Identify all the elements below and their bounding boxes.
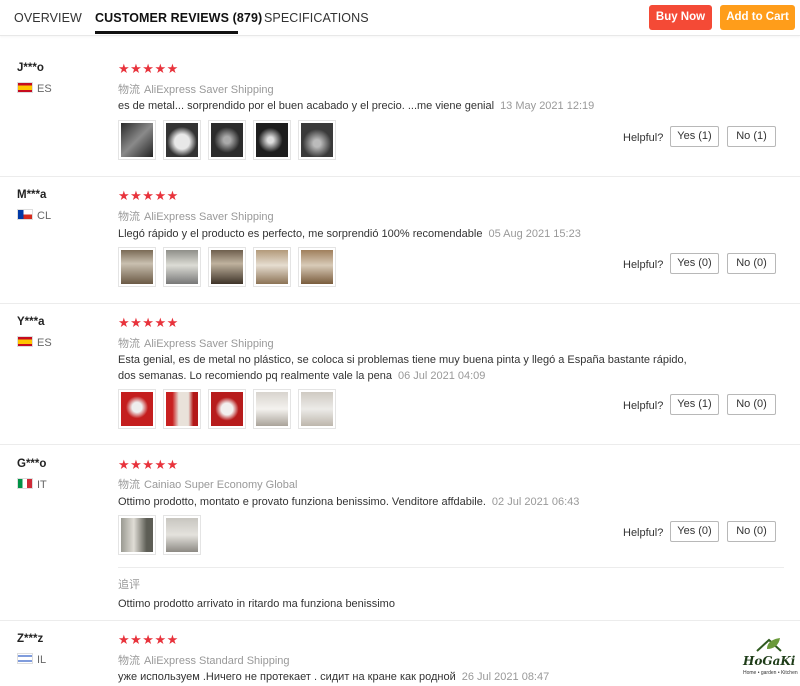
helpful-yes-button[interactable]: Yes (1) bbox=[670, 126, 719, 147]
review-photos bbox=[118, 247, 343, 287]
review-photo-thumbnail[interactable] bbox=[253, 247, 291, 287]
helpful-no-button[interactable]: No (0) bbox=[727, 394, 776, 415]
review-photo-thumbnail[interactable] bbox=[253, 389, 291, 429]
review-photo-thumbnail[interactable] bbox=[118, 247, 156, 287]
helpful-label: Helpful? bbox=[623, 132, 664, 144]
review-photo-thumbnail[interactable] bbox=[208, 120, 246, 160]
review-photo-thumbnail[interactable] bbox=[298, 120, 336, 160]
review-photo-thumbnail[interactable] bbox=[298, 389, 336, 429]
reviewer-country: ES bbox=[17, 336, 52, 349]
review-text: уже используем .Ничего не протекает . си… bbox=[118, 671, 550, 683]
reviewer-name: Z***z bbox=[17, 633, 44, 645]
reviewer-name: G***o bbox=[17, 458, 47, 470]
followup-text: Ottimo prodotto arrivato in ritardo ma f… bbox=[118, 598, 395, 610]
product-tab-bar: OVERVIEW CUSTOMER REVIEWS (879) SPECIFIC… bbox=[0, 0, 800, 36]
tab-overview[interactable]: OVERVIEW bbox=[14, 11, 82, 25]
review-divider bbox=[0, 176, 800, 177]
review-date: 06 Jul 2021 04:09 bbox=[397, 370, 486, 382]
followup-label: 追评 bbox=[118, 579, 140, 591]
review-divider bbox=[0, 444, 800, 445]
israel-flag-icon bbox=[17, 653, 33, 664]
reviewer-country: IL bbox=[17, 653, 46, 666]
add-to-cart-button[interactable]: Add to Cart bbox=[720, 5, 795, 30]
tab-customer-reviews[interactable]: CUSTOMER REVIEWS (879) bbox=[95, 11, 262, 25]
review-photos bbox=[118, 515, 208, 555]
shipping-method: 物流 AliExpress Saver Shipping bbox=[118, 84, 274, 96]
buy-now-button[interactable]: Buy Now bbox=[649, 5, 712, 30]
followup-divider bbox=[118, 567, 784, 568]
rating-stars: ★★★★★ bbox=[118, 188, 179, 203]
helpful-label: Helpful? bbox=[623, 527, 664, 539]
reviewer-country: ES bbox=[17, 82, 52, 95]
helpful-yes-button[interactable]: Yes (0) bbox=[670, 253, 719, 274]
review-photos bbox=[118, 120, 343, 160]
rating-stars: ★★★★★ bbox=[118, 61, 179, 76]
shipping-method: 物流 AliExpress Saver Shipping bbox=[118, 211, 274, 223]
reviewer-name: J***o bbox=[17, 62, 44, 74]
review-date: 02 Jul 2021 06:43 bbox=[491, 496, 580, 508]
helpful-yes-button[interactable]: Yes (1) bbox=[670, 394, 719, 415]
review-text: Llegó rápido y el producto es perfecto, … bbox=[118, 228, 581, 240]
review-photo-thumbnail[interactable] bbox=[163, 389, 201, 429]
shipping-method: 物流 AliExpress Standard Shipping bbox=[118, 655, 290, 667]
rating-stars: ★★★★★ bbox=[118, 632, 179, 647]
review-divider bbox=[0, 620, 800, 621]
shipping-method: 物流 Cainiao Super Economy Global bbox=[118, 479, 298, 491]
review-photo-thumbnail[interactable] bbox=[208, 247, 246, 287]
review-text: Esta genial, es de metal no plástico, se… bbox=[118, 354, 687, 382]
reviewer-country: IT bbox=[17, 478, 47, 491]
review-photo-thumbnail[interactable] bbox=[208, 389, 246, 429]
chile-flag-icon bbox=[17, 209, 33, 220]
tab-specifications[interactable]: SPECIFICATIONS bbox=[264, 11, 369, 25]
review-date: 13 May 2021 12:19 bbox=[500, 100, 595, 112]
shipping-method: 物流 AliExpress Saver Shipping bbox=[118, 338, 274, 350]
review-photos bbox=[118, 389, 343, 429]
italy-flag-icon bbox=[17, 478, 33, 489]
review-date: 05 Aug 2021 15:23 bbox=[488, 228, 581, 240]
review-divider bbox=[0, 303, 800, 304]
review-date: 26 Jul 2021 08:47 bbox=[461, 671, 550, 683]
spain-flag-icon bbox=[17, 82, 33, 93]
review-photo-thumbnail[interactable] bbox=[163, 247, 201, 287]
review-photo-thumbnail[interactable] bbox=[253, 120, 291, 160]
helpful-no-button[interactable]: No (0) bbox=[727, 521, 776, 542]
hogaki-logo: HoGaKi Home • garden • Kitchen bbox=[742, 634, 798, 682]
rating-stars: ★★★★★ bbox=[118, 457, 179, 472]
helpful-no-button[interactable]: No (1) bbox=[727, 126, 776, 147]
active-tab-indicator bbox=[95, 31, 238, 34]
helpful-label: Helpful? bbox=[623, 259, 664, 271]
review-photo-thumbnail[interactable] bbox=[118, 515, 156, 555]
review-text: es de metal... sorprendido por el buen a… bbox=[118, 100, 595, 112]
review-photo-thumbnail[interactable] bbox=[163, 515, 201, 555]
review-photo-thumbnail[interactable] bbox=[298, 247, 336, 287]
review-photo-thumbnail[interactable] bbox=[118, 120, 156, 160]
reviewer-country: CL bbox=[17, 209, 51, 222]
review-text: Ottimo prodotto, montato e provato funzi… bbox=[118, 496, 580, 508]
review-photo-thumbnail[interactable] bbox=[163, 120, 201, 160]
review-photo-thumbnail[interactable] bbox=[118, 389, 156, 429]
reviewer-name: M***a bbox=[17, 189, 47, 201]
spain-flag-icon bbox=[17, 336, 33, 347]
house-leaf-icon bbox=[756, 638, 782, 652]
rating-stars: ★★★★★ bbox=[118, 315, 179, 330]
reviewer-name: Y***a bbox=[17, 316, 45, 328]
helpful-label: Helpful? bbox=[623, 400, 664, 412]
helpful-yes-button[interactable]: Yes (0) bbox=[670, 521, 719, 542]
helpful-no-button[interactable]: No (0) bbox=[727, 253, 776, 274]
